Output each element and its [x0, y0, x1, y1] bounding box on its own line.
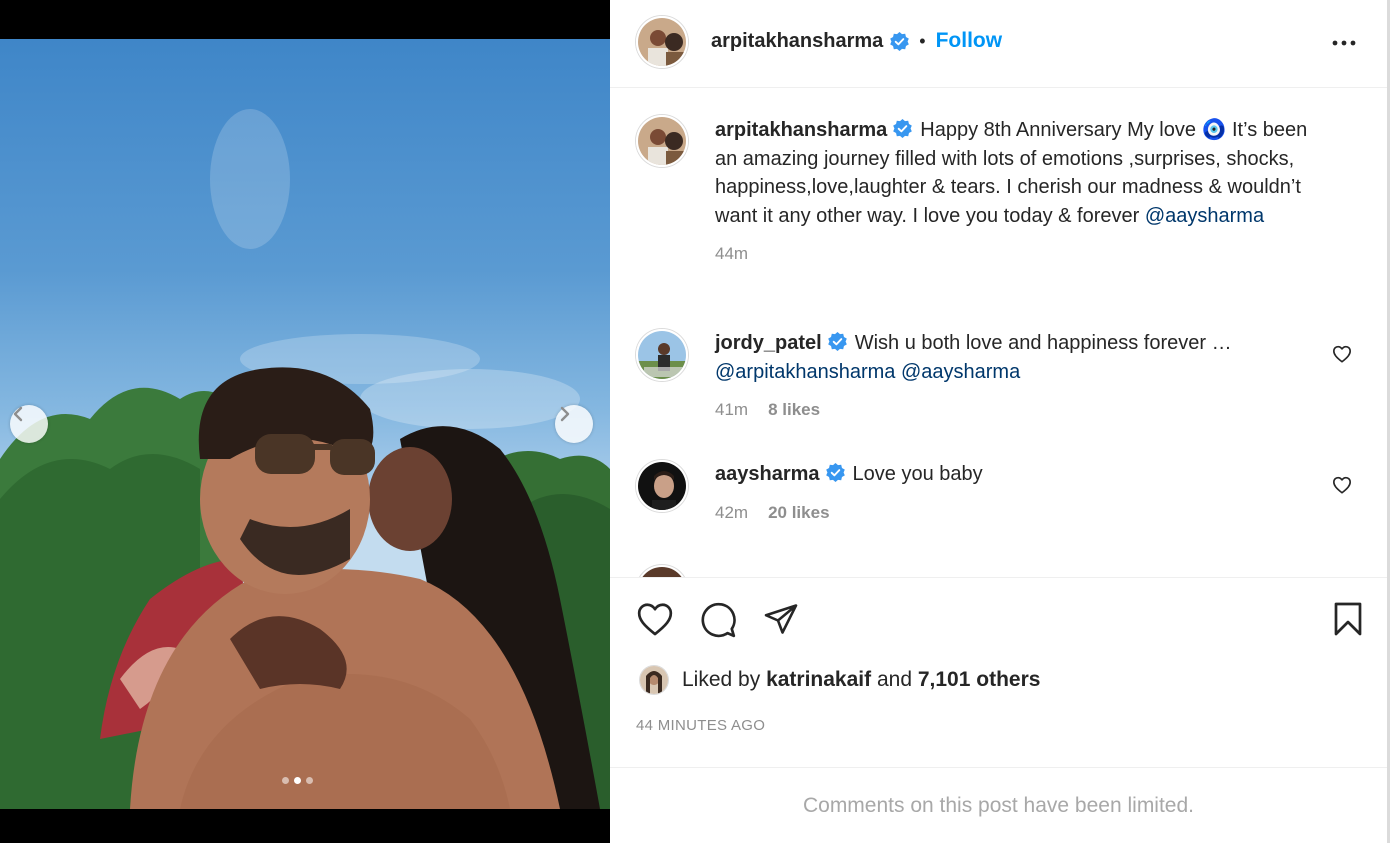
next-slide-button[interactable] — [555, 405, 593, 443]
avatar-image — [638, 331, 686, 379]
carousel-dot — [306, 777, 313, 784]
verified-badge-icon — [890, 31, 910, 51]
comment-likes[interactable]: 8 likes — [768, 396, 820, 425]
comment-icon — [701, 602, 736, 638]
avatar-image — [638, 117, 686, 165]
avatar-image — [640, 666, 668, 694]
follow-button[interactable]: Follow — [936, 29, 1003, 53]
comment-mentions[interactable]: @arpitakhansharma @aaysharma — [715, 361, 1020, 383]
separator-dot: • — [919, 30, 926, 51]
comment-likes[interactable]: 20 likes — [768, 499, 829, 528]
author-avatar[interactable] — [636, 16, 688, 68]
commenter-avatar[interactable] — [636, 460, 688, 512]
verified-badge-icon — [827, 332, 847, 351]
bookmark-icon — [1334, 602, 1362, 636]
post-sidebar: arpitakhansharma • Follow arpitakhanshar… — [610, 0, 1390, 843]
caption-time[interactable]: 44m — [715, 240, 748, 269]
post-header: arpitakhansharma • Follow — [610, 0, 1387, 88]
verified-badge-icon — [893, 119, 913, 138]
author-username[interactable]: arpitakhansharma — [711, 30, 883, 53]
comments-limited-notice: Comments on this post have been limited. — [610, 767, 1387, 843]
avatar-image — [638, 462, 686, 510]
comments-section[interactable]: arpitakhansharma Happy 8th Anniversary My… — [610, 89, 1387, 577]
more-options-button[interactable] — [1331, 30, 1357, 61]
liked-by-prefix: Liked by — [682, 668, 761, 691]
commenter-username[interactable]: jordy_patel — [715, 332, 822, 354]
carousel-indicator — [282, 777, 313, 784]
previous-slide-button[interactable] — [10, 405, 48, 443]
chevron-left-icon — [13, 406, 23, 422]
caption-avatar[interactable] — [636, 115, 688, 167]
heart-icon — [637, 603, 673, 636]
post-photo[interactable] — [0, 39, 610, 809]
post-media — [0, 0, 610, 843]
comment-button[interactable] — [699, 601, 737, 644]
heart-icon — [1333, 476, 1351, 494]
comment-time[interactable]: 41m — [715, 396, 748, 425]
commenter-avatar[interactable] — [636, 329, 688, 381]
heart-icon — [1333, 345, 1351, 363]
share-button[interactable] — [762, 601, 800, 642]
commenter-username[interactable]: aaysharma — [715, 463, 820, 485]
comment-time[interactable]: 42m — [715, 499, 748, 528]
carousel-dot-active — [294, 777, 301, 784]
photo-illustration — [0, 109, 610, 809]
share-icon — [764, 604, 798, 634]
comment-text: Love you baby — [852, 463, 983, 485]
like-comment-button[interactable] — [1332, 476, 1352, 499]
comment-text: Wish u both love and happiness forever … — [854, 332, 1232, 354]
chevron-right-icon — [560, 406, 570, 422]
liker-avatar[interactable] — [640, 666, 668, 694]
post-actions: Liked by katrinakaif and 7,101 others 44… — [610, 577, 1387, 767]
liked-by-user[interactable]: katrinakaif — [766, 668, 871, 692]
verified-badge-icon — [825, 463, 845, 482]
carousel-dot — [282, 777, 289, 784]
like-comment-button[interactable] — [1332, 345, 1352, 368]
more-options-icon — [1332, 40, 1356, 46]
avatar-image — [638, 18, 686, 66]
liked-by-and: and — [876, 668, 913, 691]
liked-by-others[interactable]: 7,101 others — [918, 668, 1041, 692]
caption-username[interactable]: arpitakhansharma — [715, 119, 887, 141]
save-button[interactable] — [1332, 601, 1364, 642]
liked-by-summary: Liked by katrinakaif and 7,101 others — [640, 666, 1040, 694]
commenter-avatar[interactable] — [636, 565, 688, 577]
like-button[interactable] — [636, 601, 674, 642]
caption-mention[interactable]: @aaysharma — [1145, 205, 1264, 227]
post-timestamp[interactable]: 44 MINUTES AGO — [636, 717, 765, 734]
